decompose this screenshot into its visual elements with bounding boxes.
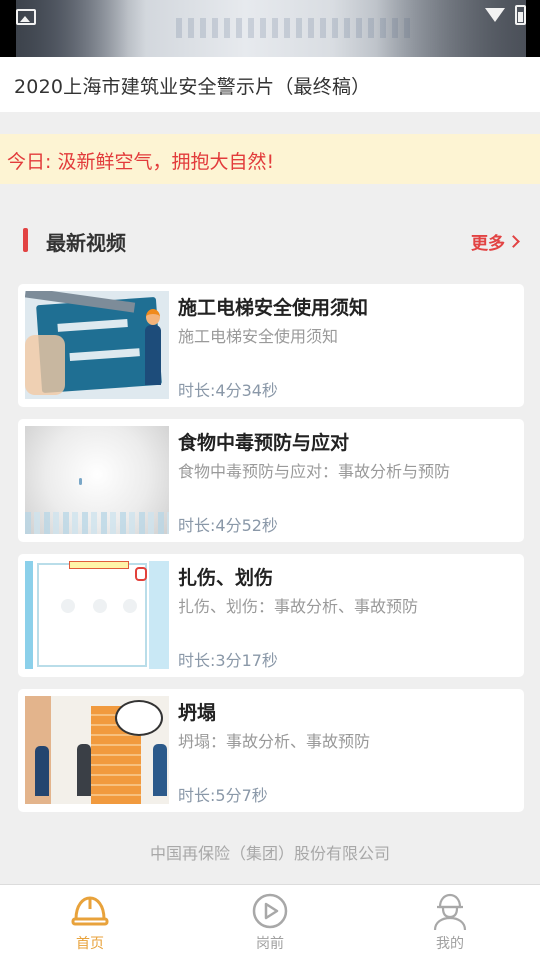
video-card-duration: 时长:4分52秒 (178, 516, 278, 535)
worker-profile-icon (433, 893, 467, 931)
latest-videos-header: 最新视频 更多 (0, 220, 540, 264)
video-card[interactable]: 食物中毒预防与应对 食物中毒预防与应对：事故分析与预防 时长:4分52秒 (18, 419, 524, 542)
video-thumbnail (25, 561, 169, 669)
video-card-title: 食物中毒预防与应对 (178, 432, 350, 454)
tab-home[interactable]: 首页 (0, 885, 180, 960)
status-bar (485, 5, 526, 25)
video-card-description: 施工电梯安全使用须知 (178, 327, 339, 346)
battery-icon (515, 5, 526, 25)
video-thumbnail (25, 426, 169, 534)
company-footer: 中国再保险（集团）股份有限公司 (149, 844, 390, 863)
tab-home-label: 首页 (76, 936, 104, 952)
video-card[interactable]: 扎伤、划伤 扎伤、划伤：事故分析、事故预防 时长:3分17秒 (18, 554, 524, 677)
video-card-description: 坍塌：事故分析、事故预防 (178, 732, 371, 751)
video-card[interactable]: 施工电梯安全使用须知 施工电梯安全使用须知 时长:4分34秒 (18, 284, 524, 407)
image-icon (16, 9, 36, 25)
play-circle-icon (252, 893, 288, 929)
notice-text: 今日: 汲新鲜空气，拥抱大自然! (7, 151, 275, 173)
more-label: 更多 (471, 234, 505, 254)
video-title-bar: 2020上海市建筑业安全警示片（最终稿） (0, 57, 540, 112)
video-card-title: 扎伤、划伤 (178, 567, 274, 589)
video-card-duration: 时长:5分7秒 (178, 786, 268, 805)
bottom-tab-bar: 首页 岗前 我的 (0, 884, 540, 960)
section-accent-bar (23, 228, 28, 252)
video-card-title: 施工电梯安全使用须知 (178, 297, 369, 319)
video-card-description: 食物中毒预防与应对：事故分析与预防 (178, 462, 451, 481)
video-card-duration: 时长:3分17秒 (178, 651, 278, 670)
daily-notice: 今日: 汲新鲜空气，拥抱大自然! (0, 134, 540, 184)
tab-pre-job-label: 岗前 (256, 936, 284, 952)
video-thumbnail (25, 291, 169, 399)
video-card[interactable]: 坍塌 坍塌：事故分析、事故预防 时长:5分7秒 (18, 689, 524, 812)
video-frame (16, 0, 526, 57)
tab-mine-label: 我的 (436, 936, 464, 952)
tab-mine[interactable]: 我的 (360, 885, 540, 960)
video-card-description: 扎伤、划伤：事故分析、事故预防 (178, 597, 419, 616)
chevron-right-icon (507, 235, 520, 248)
video-card-title: 坍塌 (178, 702, 217, 724)
video-title: 2020上海市建筑业安全警示片（最终稿） (14, 76, 371, 98)
video-thumbnail (25, 696, 169, 804)
video-player[interactable] (0, 0, 540, 57)
more-link[interactable]: 更多 (471, 229, 520, 254)
wifi-icon (485, 8, 505, 22)
section-title: 最新视频 (46, 231, 126, 255)
tab-pre-job[interactable]: 岗前 (180, 885, 360, 960)
video-card-duration: 时长:4分34秒 (178, 381, 278, 400)
hard-hat-icon (71, 896, 109, 926)
